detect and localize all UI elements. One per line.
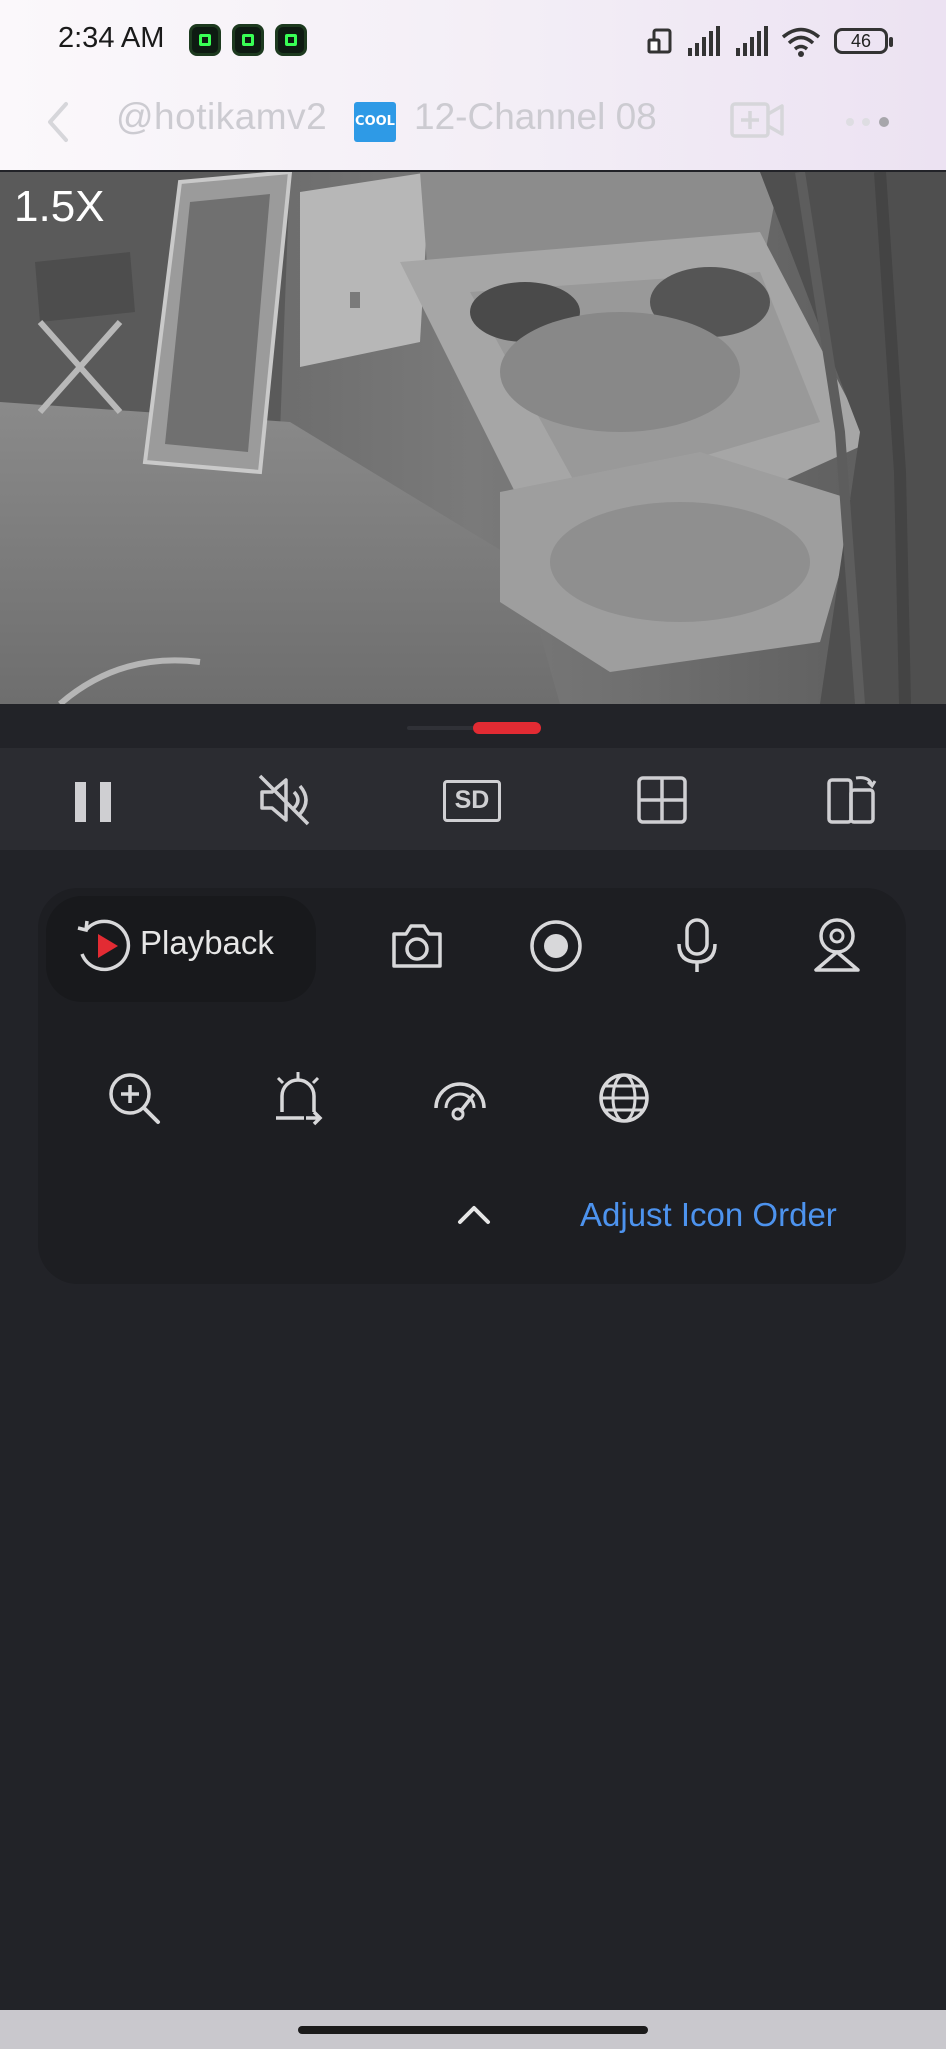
screen-rotate-icon — [647, 28, 672, 54]
signal-icon — [736, 26, 768, 56]
drawer-handle[interactable] — [473, 722, 541, 734]
sd-quality-icon[interactable]: SD — [443, 780, 501, 822]
globe-icon[interactable] — [596, 1070, 652, 1126]
grid-view-icon[interactable] — [636, 770, 688, 830]
camera-frame-image — [0, 172, 946, 704]
speed-dome-icon[interactable] — [432, 1072, 488, 1124]
back-icon[interactable] — [44, 100, 72, 144]
adjust-icon-order-link[interactable]: Adjust Icon Order — [580, 1196, 837, 1234]
channel-name-title: 12-Channel 08 — [414, 96, 657, 137]
pause-icon[interactable] — [70, 770, 120, 830]
record-icon[interactable] — [528, 918, 584, 974]
app-notification-icon — [275, 24, 307, 56]
mute-icon[interactable] — [256, 770, 312, 830]
cool-emoji-badge: COOL — [354, 102, 396, 142]
zoom-level-label: 1.5X — [14, 182, 105, 231]
app-notification-icon — [232, 24, 264, 56]
playback-icon — [77, 919, 131, 972]
status-time: 2:34 AM — [58, 22, 165, 54]
playback-label: Playback — [140, 924, 274, 961]
signal-icon — [688, 26, 720, 56]
battery-icon: 46 — [834, 28, 893, 54]
camera-snapshot-icon[interactable] — [390, 918, 444, 974]
app-notification-icon — [189, 24, 221, 56]
wifi-icon — [781, 27, 821, 57]
microphone-icon[interactable] — [672, 916, 722, 976]
screen-switch-icon[interactable] — [826, 770, 878, 830]
add-camera-icon[interactable] — [730, 98, 786, 142]
ptz-camera-icon[interactable] — [810, 916, 864, 976]
alarm-icon[interactable] — [270, 1068, 326, 1126]
collapse-chevron-icon[interactable] — [456, 1202, 492, 1226]
more-options-icon[interactable] — [844, 114, 894, 130]
home-gesture-pill[interactable] — [298, 2026, 648, 2034]
live-video-feed[interactable] — [0, 172, 946, 704]
channel-owner-title: @hotikamv2 — [116, 96, 328, 137]
zoom-in-icon[interactable] — [106, 1070, 162, 1126]
